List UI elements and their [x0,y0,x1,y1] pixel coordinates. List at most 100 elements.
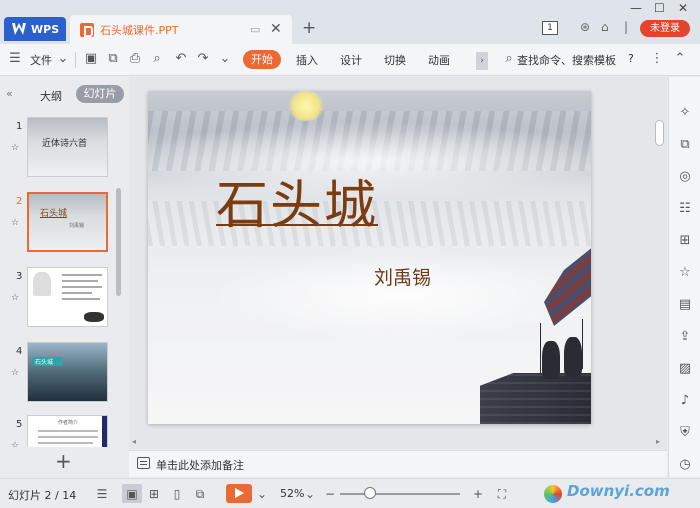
scroll-left-icon[interactable]: ◂ [132,437,136,446]
zoom-dropdown-icon[interactable]: ⌄ [302,486,318,502]
tab-design[interactable]: 设计 [340,52,362,68]
wps-home-tab[interactable]: WPS [4,17,66,41]
assistant-logo-icon[interactable] [544,485,562,503]
soldier-image [542,341,560,379]
window-pin-icon[interactable]: ▭ [250,23,262,36]
zoom-slider-knob[interactable] [364,487,376,499]
save-icon[interactable]: ▣ [84,52,98,66]
grid-view-icon[interactable]: ⊞ [146,486,162,502]
redo-icon[interactable]: ↷ [196,52,210,66]
fit-window-icon[interactable]: ⛶ [494,486,510,502]
magic-wand-icon[interactable]: ✧ [677,105,693,121]
tab-home[interactable]: 开始 [243,50,281,69]
thumbnail-image: 石头城 刘禹锡 [27,192,108,252]
slide-title[interactable]: 石头城 [216,163,378,238]
chevron-down-icon[interactable]: ⌄ [56,52,70,66]
clock-icon[interactable]: ◷ [677,457,693,473]
normal-view-icon[interactable]: ▣ [124,486,140,502]
undo-icon[interactable]: ↶ [174,52,188,66]
minimize-icon[interactable]: — [630,1,642,15]
thumbnail-subtitle: 刘禹锡 [69,223,85,229]
ribbon-scroll-right[interactable]: › [476,52,488,70]
animation-star-icon: ☆ [11,218,20,228]
star-icon[interactable]: ☆ [677,265,693,281]
thumbnail-title: 近体诗六首 [42,139,88,149]
slide-number: 5 [16,419,23,430]
file-menu[interactable]: 文件 [30,52,52,68]
current-slide[interactable]: 石头城 刘禹锡 [148,91,591,424]
document-tab[interactable]: 石头城课件.PPT ▭ ✕ [70,15,292,44]
tab-slides[interactable]: 幻灯片 [76,85,124,103]
thumbnail-scrollbar[interactable] [116,188,121,296]
canvas-vertical-scrollbar[interactable] [655,120,664,146]
reading-view-icon[interactable]: ▯ [169,486,185,502]
library-icon[interactable]: ▤ [677,297,693,313]
slide-thumbnail-1[interactable]: 1 ☆ 近体诗六首 [0,113,118,181]
canvas-horizontal-scrollbar[interactable]: ◂ ▸ [130,437,666,447]
more-icon[interactable]: ⋮ [650,52,664,66]
slide-thumbnail-3[interactable]: 3 ☆ [0,263,118,331]
settings-sliders-icon[interactable]: ☷ [677,201,693,217]
list-view-icon[interactable]: ☰ [94,486,110,502]
slide-number: 3 [16,271,23,282]
ribbon-toolbar: ☰ 文件 ⌄ ▣ ⧉ ⎙ ⌕ ↶ ↷ ⌄ 开始 插入 设计 切换 动画 › ⌕ … [0,44,700,76]
print-preview-icon[interactable]: ⌕ [150,52,164,66]
right-sidebar: ✧ ⧉ ◎ ☷ ⊞ ☆ ▤ ⇪ ▨ ♪ ⛨ ◷ [668,77,700,477]
soldier-image [564,337,582,377]
copy-layout-icon[interactable]: ⧉ [677,137,693,153]
thumbnail-title: 石头城 [40,209,68,219]
new-tab-button[interactable]: + [302,18,316,38]
ppt-file-icon [80,22,94,37]
zoom-in-icon[interactable]: + [470,486,486,502]
scroll-right-icon[interactable]: ▸ [656,437,660,446]
notes-bar[interactable]: 单击此处添加备注 [129,450,667,477]
slide-thumbnail-4[interactable]: 4 ☆ 石头城 [0,338,118,406]
tab-outline[interactable]: 大纲 [40,88,62,104]
chevron-down-icon[interactable]: ⌄ [254,486,270,502]
thumbnail-image [27,267,108,327]
shirt-icon[interactable]: ⌂ [601,20,609,34]
slide-panel: « 大纲 幻灯片 1 ☆ 近体诗六首 2 ☆ 石头城 刘禹锡 3 ☆ 4 ☆ 石… [0,77,128,477]
skin-icon[interactable]: ⊛ [580,20,590,34]
animation-star-icon: ☆ [11,293,20,303]
window-count-badge[interactable]: 1 [542,21,558,35]
tab-animation[interactable]: 动画 [428,52,450,68]
shape-icon[interactable]: ◎ [677,169,693,185]
slide-canvas[interactable]: 石头城 刘禹锡 [129,77,667,449]
print-icon[interactable]: ⎙ [128,52,142,66]
menu-icon[interactable]: ☰ [8,52,22,66]
close-tab-icon[interactable]: ✕ [270,21,282,37]
slide-number: 2 [16,196,23,207]
transform-icon[interactable]: ⊞ [677,233,693,249]
add-slide-button[interactable]: + [55,449,72,473]
thumbnail-image: 石头城 [27,342,108,402]
collapse-ribbon-icon[interactable]: ⌃ [673,52,687,66]
shield-icon[interactable]: ⛨ [677,425,693,441]
command-search[interactable]: 查找命令、搜索模板 [517,52,616,68]
quick-access-dropdown-icon[interactable]: ⌄ [218,52,232,66]
wps-logo-icon [12,23,26,35]
sound-icon[interactable]: ♪ [677,393,693,409]
collapse-panel-icon[interactable]: « [6,87,13,100]
zoom-out-icon[interactable]: − [322,486,338,502]
maximize-icon[interactable]: ☐ [654,1,665,15]
thumbnail-title: 石头城 [33,357,63,366]
share-icon[interactable]: ⇪ [677,329,693,345]
tab-insert[interactable]: 插入 [296,52,318,68]
tab-transition[interactable]: 切换 [384,52,406,68]
help-button[interactable]: ? [628,52,634,65]
close-window-icon[interactable]: ✕ [678,1,688,15]
animation-star-icon: ☆ [11,368,20,378]
picture-icon[interactable]: ▨ [677,361,693,377]
animation-star-icon: ☆ [11,143,20,153]
zoom-level[interactable]: 52% [280,487,304,500]
login-button[interactable]: 未登录 [640,20,690,37]
zoom-slider[interactable] [340,493,460,495]
slide-thumbnail-2[interactable]: 2 ☆ 石头城 刘禹锡 [0,188,118,256]
slide-author[interactable]: 刘禹锡 [374,263,431,290]
play-slideshow-button[interactable] [226,484,252,503]
divider [75,52,76,68]
save-as-icon[interactable]: ⧉ [106,52,120,66]
notes-placeholder[interactable]: 单击此处添加备注 [156,457,244,473]
presenter-view-icon[interactable]: ⧉ [192,486,208,502]
